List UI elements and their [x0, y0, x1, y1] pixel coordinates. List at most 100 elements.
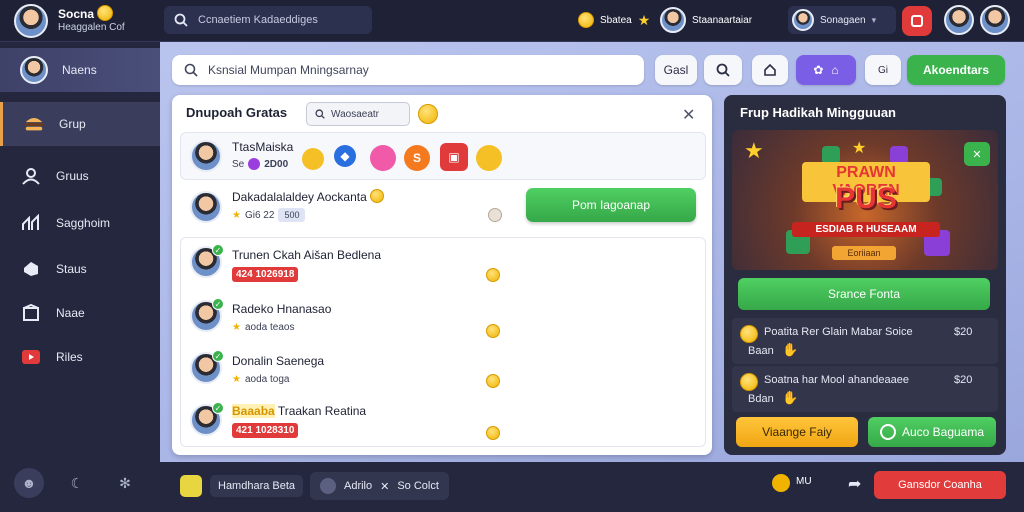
chat-emoji-icon: [180, 475, 202, 497]
gear-icon[interactable]: ✻: [110, 468, 140, 498]
sidebar-item-profile[interactable]: Naens: [0, 48, 160, 92]
list-item[interactable]: ✓ Baaaba Traakan Reatina 421 1028310: [188, 402, 698, 444]
member-tag: ★ aoda teaos: [232, 322, 294, 333]
expand-icon[interactable]: ✕: [964, 142, 990, 166]
mic-icon: [320, 478, 336, 494]
reward-amount: $20: [954, 374, 973, 386]
pin-icon[interactable]: [772, 474, 790, 492]
red-robot-icon[interactable]: ▣: [440, 143, 468, 171]
smile-emoji-icon[interactable]: [302, 148, 324, 170]
sidebar-item-status[interactable]: Staus: [0, 248, 160, 290]
avatar[interactable]: [190, 140, 222, 172]
reward-sub: Bdan: [748, 393, 774, 405]
coin-icon: [486, 268, 500, 282]
audio-chip-label: Adrilo: [344, 480, 373, 492]
audio-chip[interactable]: Adrilo ✕ So Colct: [310, 472, 449, 500]
reward-row[interactable]: Soatna har Mool ahandeaaee Bdan ✋ $20: [732, 366, 998, 412]
list-button[interactable]: Gi: [865, 55, 901, 85]
share-icon[interactable]: ➦: [848, 474, 861, 494]
member-name-prefix: Baaaba: [232, 404, 275, 418]
avatar: [792, 9, 814, 31]
smile-emoji-icon: [740, 325, 758, 343]
content-search-input[interactable]: Ksnsial Mumpan Mningsarnay: [172, 55, 644, 85]
promo-tag: Eoriiaan: [832, 246, 896, 260]
member-badge: 500: [278, 208, 306, 222]
avatar[interactable]: [190, 191, 222, 223]
member-name: TtasMaiska: [232, 140, 294, 154]
member-tag: 424 1026918: [232, 266, 299, 282]
profile-avatar[interactable]: [980, 5, 1010, 35]
controller-icon: ⌂: [831, 63, 839, 77]
smile-emoji-icon[interactable]: [476, 145, 502, 171]
sidebar: Naens Grup Gruus Sagghoim Staus Naae Ril…: [0, 42, 160, 512]
list-item[interactable]: ✓ Trunen Ckah Aišan Bedlena 424 1026918: [188, 244, 698, 286]
chart-icon: [20, 212, 42, 234]
sidebar-item-stats[interactable]: Sagghoim: [0, 202, 160, 244]
member-name: Trunen Ckah Aišan Bedlena: [232, 248, 381, 262]
settings-icon[interactable]: ☻: [14, 468, 44, 498]
member-name-text: Traakan Reatina: [277, 404, 367, 418]
sidebar-item-groups[interactable]: Gruus: [0, 155, 160, 197]
pink-face-icon[interactable]: [370, 145, 396, 171]
top-search-input[interactable]: Ccnaetiem Kadaeddiges: [164, 6, 372, 34]
record-button[interactable]: [902, 6, 932, 36]
moon-icon[interactable]: ☾: [62, 468, 92, 498]
member-meta: ★ Gi6 22 500: [232, 208, 306, 222]
exit-button[interactable]: Gansdor Coanha: [874, 471, 1006, 499]
star-icon: ★: [744, 138, 764, 163]
member-meta: Se 2D00: [232, 158, 288, 170]
home-button[interactable]: [752, 55, 788, 85]
account-menu[interactable]: Sonagaen ▾: [788, 6, 896, 34]
search-action-button[interactable]: Gasl: [655, 55, 697, 85]
thumbs-up-icon: ✋: [782, 342, 799, 357]
search-icon: [315, 109, 325, 119]
close-icon[interactable]: ✕: [682, 105, 695, 125]
status-chip[interactable]: Sbatea ★: [578, 6, 650, 34]
gamepad-button[interactable]: ✿ ⌂: [796, 55, 856, 85]
reward-row[interactable]: Poatita Rer Glain Mabar Soice Baan ✋ $20: [732, 318, 998, 364]
reward-amount: $20: [954, 326, 973, 338]
users-icon: ✿: [813, 63, 824, 77]
search-button[interactable]: [704, 55, 742, 85]
sidebar-item-group[interactable]: Grup: [0, 102, 160, 146]
online-badge-icon: ✓: [212, 244, 224, 256]
gem-icon: [248, 158, 261, 170]
join-group-button[interactable]: Pom Iagoanap: [526, 188, 696, 222]
avatar: [660, 7, 686, 33]
panel-tag[interactable]: Waosaeatr: [306, 102, 410, 126]
list-item[interactable]: ✓ Donalin Saenega ★ aoda toga: [188, 350, 698, 392]
member-name: Dakadalalaldey Aockanta: [232, 189, 385, 204]
coin-icon: [486, 374, 500, 388]
chevron-down-icon: ▾: [871, 14, 877, 25]
coin-icon: [486, 324, 500, 338]
orange-s-icon[interactable]: S: [404, 145, 430, 171]
stop-icon: [911, 15, 923, 27]
claim-button[interactable]: Srance Fonta: [738, 278, 990, 310]
member-tag-value: aoda teaos: [244, 322, 295, 333]
auto-button-label: Auco Baguama: [901, 425, 985, 439]
tag-icon: [20, 258, 42, 280]
primary-action-button[interactable]: Akoendtars: [907, 55, 1005, 85]
member-tag-value: 424 1026918: [232, 267, 299, 282]
auto-button[interactable]: Auco Baguama: [868, 417, 996, 447]
online-badge-icon: ✓: [212, 402, 224, 414]
brand-avatar[interactable]: [14, 4, 48, 38]
online-badge-icon: ✓: [212, 298, 224, 310]
change-pay-button[interactable]: Viaange Faiy: [736, 417, 858, 447]
user-chip[interactable]: Staanaartaiar: [660, 6, 752, 34]
chat-chip-label: Hamdhara Beta: [210, 475, 304, 497]
member-tag: ★ aoda toga: [232, 374, 289, 385]
star-icon: ★: [852, 140, 867, 157]
sidebar-item-box[interactable]: Naae: [0, 292, 160, 334]
list-item[interactable]: ✓ Radeko Hnanasao ★ aoda teaos: [188, 298, 698, 340]
search-icon: [184, 63, 198, 77]
sidebar-item-video[interactable]: Riles: [0, 336, 160, 378]
star-icon: ★: [637, 11, 651, 28]
burger-icon: [23, 113, 45, 135]
friend-avatar[interactable]: [944, 5, 974, 35]
weekly-panel-title: Frup Hadikah Mingguuan: [740, 105, 896, 120]
sidebar-footer: ☻ ☾ ✻: [14, 468, 140, 498]
blue-drop-icon[interactable]: ◆: [334, 145, 356, 167]
chat-chip[interactable]: Hamdhara Beta: [170, 472, 313, 500]
thumbs-up-icon: ✋: [782, 390, 799, 405]
